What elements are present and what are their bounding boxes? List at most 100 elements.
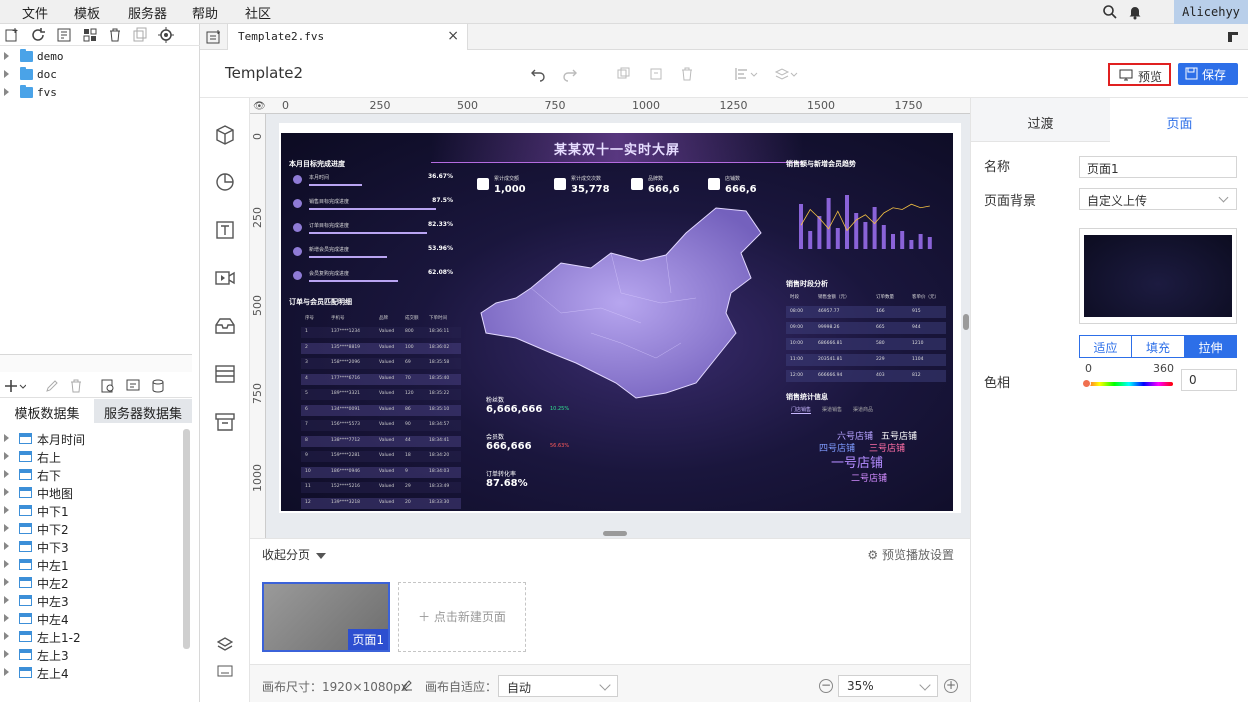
settings-icon[interactable] (82, 27, 98, 43)
copy-component-icon[interactable] (616, 66, 632, 82)
preview-button[interactable]: 预览 (1108, 63, 1171, 86)
expand-icon[interactable] (4, 524, 9, 532)
container-component-icon[interactable] (214, 315, 236, 337)
align-icon[interactable] (734, 66, 758, 82)
layer-order-icon[interactable] (774, 66, 798, 82)
delete-component-icon[interactable] (679, 66, 695, 82)
expand-icon[interactable] (4, 452, 9, 460)
expand-icon[interactable] (4, 668, 9, 676)
canvas-page[interactable]: 某某双十一实时大屏 本月目标完成进度 本月时间 36.67% 销售目标完成进度 87.… (279, 123, 961, 513)
expand-icon[interactable] (4, 542, 9, 550)
menu-template[interactable]: 模板 (74, 3, 100, 22)
dataset-item[interactable]: 中地图 (0, 483, 182, 501)
edit-size-icon[interactable] (401, 679, 413, 691)
hue-input[interactable]: 0 (1181, 369, 1237, 391)
add-dataset-icon[interactable] (4, 378, 26, 394)
menu-help[interactable]: 帮助 (192, 3, 218, 22)
expand-icon[interactable] (4, 614, 9, 622)
redo-icon[interactable] (562, 66, 578, 82)
dataset-item[interactable]: 中左3 (0, 591, 182, 609)
fit-option-fill[interactable]: 填充 (1131, 335, 1185, 358)
tab-transition[interactable]: 过渡 (971, 98, 1110, 142)
menu-server[interactable]: 服务器 (128, 3, 167, 22)
dataset-item[interactable]: 中左2 (0, 573, 182, 591)
expand-icon[interactable] (4, 488, 9, 496)
menu-file[interactable]: 文件 (22, 3, 48, 22)
collapse-pages-toggle[interactable]: 收起分页 (262, 546, 327, 563)
user-name[interactable]: Alicehyy (1174, 0, 1248, 24)
fit-option-adapt[interactable]: 适应 (1079, 335, 1132, 358)
auto-fit-select[interactable]: 自动 (498, 675, 618, 697)
menu-community[interactable]: 社区 (245, 3, 271, 22)
tab-template2[interactable]: Template2.fvs × (227, 24, 468, 50)
panel-splitter[interactable] (0, 354, 192, 372)
tree-folder-fvs[interactable]: fvs (0, 84, 200, 102)
dataset-item[interactable]: 中下2 (0, 519, 182, 537)
layout-icon[interactable] (206, 29, 222, 45)
bell-icon[interactable] (1127, 4, 1143, 20)
tab-server-dataset[interactable]: 服务器数据集 (94, 399, 192, 423)
template-icon[interactable] (56, 27, 72, 43)
database-icon[interactable] (150, 378, 166, 394)
vertical-scrollbar[interactable] (963, 314, 969, 330)
tree-folder-demo[interactable]: demo (0, 48, 200, 66)
zoom-select[interactable]: 35% (838, 675, 938, 697)
tab-template-dataset[interactable]: 模板数据集 (0, 399, 94, 423)
zoom-in-button[interactable]: + (944, 679, 958, 693)
keyboard-icon[interactable] (217, 664, 233, 678)
3d-component-icon[interactable] (214, 124, 236, 146)
paste-icon[interactable] (648, 66, 664, 82)
table-component-icon[interactable] (214, 363, 236, 385)
dataset-item[interactable]: 左上1-2 (0, 627, 182, 645)
dataset-item[interactable]: 中左4 (0, 609, 182, 627)
delete-icon[interactable] (107, 27, 123, 43)
expand-icon[interactable] (4, 88, 9, 96)
expand-icon[interactable] (4, 506, 9, 514)
horizontal-scrollbar[interactable] (603, 531, 627, 536)
hue-slider[interactable] (1085, 382, 1173, 386)
expand-icon[interactable] (4, 470, 9, 478)
text-component-icon[interactable] (214, 219, 236, 241)
background-select[interactable]: 自定义上传 (1079, 188, 1237, 210)
edit-icon[interactable] (44, 378, 60, 394)
shop-tab[interactable]: 渠道销售 (822, 406, 842, 413)
search-icon[interactable] (1102, 4, 1118, 20)
add-page-button[interactable]: ＋ 点击新建页面 (398, 582, 526, 652)
dashboard-preview[interactable]: 某某双十一实时大屏 本月目标完成进度 本月时间 36.67% 销售目标完成进度 87.… (281, 133, 953, 511)
fit-option-stretch[interactable]: 拉伸 (1184, 335, 1237, 358)
expand-icon[interactable] (4, 632, 9, 640)
background-preview[interactable] (1079, 228, 1237, 324)
scrollbar[interactable] (183, 429, 190, 649)
undo-icon[interactable] (530, 66, 546, 82)
dataset-item[interactable]: 中左1 (0, 555, 182, 573)
dataset-item[interactable]: 右上 (0, 447, 182, 465)
canvas-area[interactable]: 👁 0 250 500 750 1000 1250 1500 1750 0 250 500 750 1… (250, 98, 970, 538)
expand-icon[interactable] (4, 70, 9, 78)
expand-icon[interactable] (4, 434, 9, 442)
expand-icon[interactable] (4, 596, 9, 604)
dataset-item[interactable]: 左上4 (0, 663, 182, 681)
shop-tab[interactable]: 门店销售 (791, 406, 812, 414)
shop-tab[interactable]: 渠道商品 (853, 406, 873, 413)
dataset-item[interactable]: 本月时间 (0, 429, 182, 447)
refresh-icon[interactable] (30, 27, 46, 43)
expand-icon[interactable] (4, 578, 9, 586)
save-button[interactable]: 保存 (1178, 63, 1238, 85)
dataset-param-icon[interactable] (125, 378, 141, 394)
new-file-icon[interactable] (4, 27, 20, 43)
expand-icon[interactable] (4, 560, 9, 568)
dataset-item[interactable]: 中下3 (0, 537, 182, 555)
layers-icon[interactable] (217, 636, 233, 652)
menu-corner-icon[interactable] (1226, 30, 1240, 44)
preview-settings-link[interactable]: ⚙ 预览播放设置 (867, 546, 954, 563)
locate-icon[interactable] (158, 27, 174, 43)
hue-slider-handle[interactable] (1082, 379, 1091, 388)
archive-component-icon[interactable] (214, 411, 236, 433)
delete-dataset-icon[interactable] (68, 378, 84, 394)
tab-page[interactable]: 页面 (1110, 98, 1248, 142)
tree-folder-doc[interactable]: doc (0, 66, 200, 84)
zoom-out-button[interactable]: − (819, 679, 833, 693)
media-component-icon[interactable] (214, 267, 236, 289)
preview-dataset-icon[interactable] (100, 378, 116, 394)
copy-icon[interactable] (132, 27, 148, 43)
